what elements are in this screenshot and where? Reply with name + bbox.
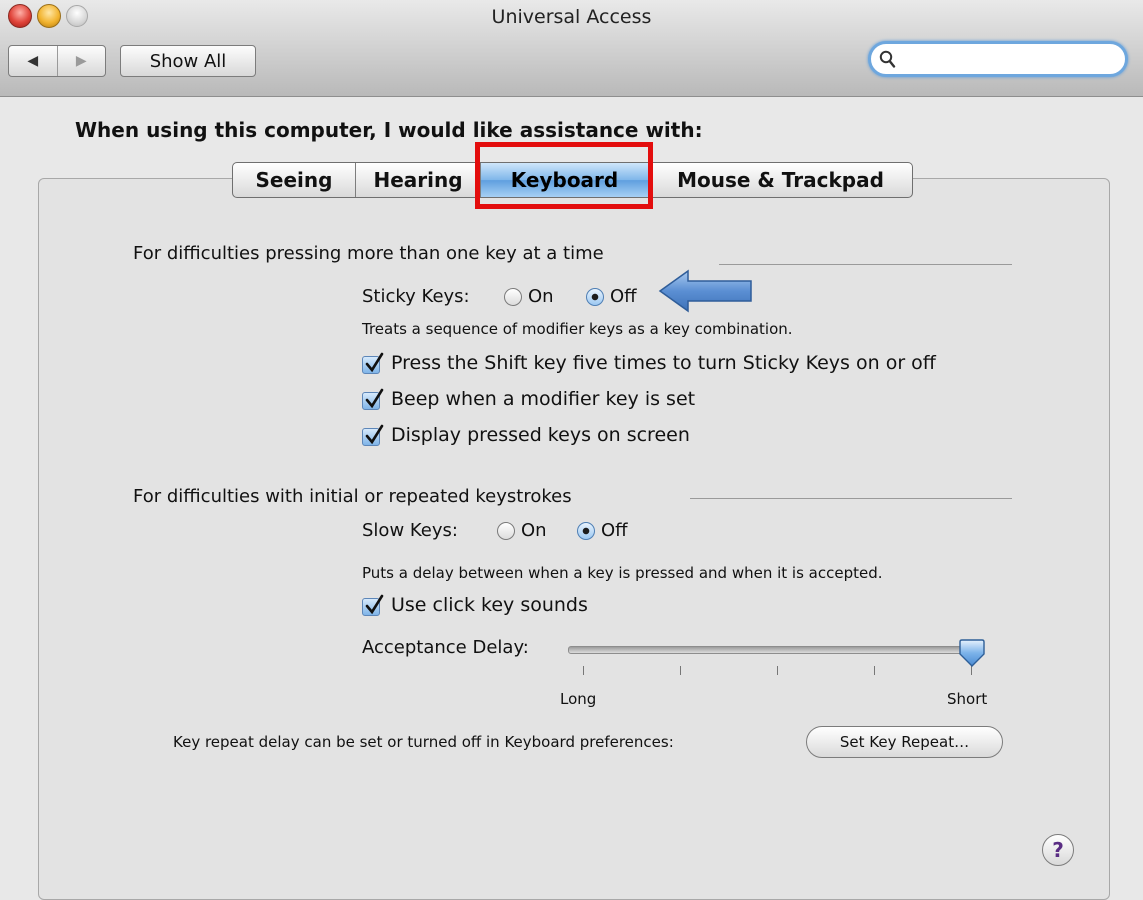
checkbox[interactable] — [362, 388, 384, 410]
section-divider — [690, 498, 1012, 499]
checkbox[interactable] — [362, 352, 384, 374]
back-arrow-icon[interactable]: ◀ — [9, 46, 57, 76]
acceptance-delay-slider-track[interactable] — [568, 646, 973, 654]
sticky-off-label[interactable]: Off — [610, 286, 637, 307]
sticky-on-radio[interactable] — [504, 288, 522, 306]
slow-section-title: For difficulties with initial or repeate… — [133, 486, 572, 507]
highlight-box — [475, 142, 653, 209]
slider-min-label: Long — [560, 690, 597, 708]
search-field[interactable] — [868, 41, 1128, 77]
sticky-on-label[interactable]: On — [528, 286, 554, 307]
tab-seeing[interactable]: Seeing — [233, 163, 355, 197]
checkmark-icon — [365, 424, 384, 445]
display-pressed-keys-label[interactable]: Display pressed keys on screen — [391, 424, 690, 446]
section-divider — [719, 264, 1012, 265]
back-forward-control[interactable]: ◀ ▶ — [8, 45, 106, 77]
checkmark-icon — [365, 352, 384, 373]
beep-modifier-label[interactable]: Beep when a modifier key is set — [391, 388, 695, 410]
tab-panel — [38, 178, 1110, 900]
click-key-sounds-label[interactable]: Use click key sounds — [391, 594, 588, 616]
checkmark-icon — [365, 594, 384, 615]
checkbox[interactable] — [362, 424, 384, 446]
magnifier-icon — [879, 50, 896, 68]
slider-tick — [680, 666, 681, 675]
slider-max-label: Short — [947, 690, 988, 708]
slider-tick — [777, 666, 778, 675]
slow-on-radio[interactable] — [497, 522, 515, 540]
key-repeat-text: Key repeat delay can be set or turned of… — [173, 733, 674, 751]
checkmark-icon — [365, 388, 384, 409]
shift-five-times-label[interactable]: Press the Shift key five times to turn S… — [391, 352, 936, 374]
slow-description: Puts a delay between when a key is press… — [362, 564, 883, 582]
forward-arrow-icon[interactable]: ▶ — [56, 46, 106, 76]
checkbox[interactable] — [362, 594, 384, 616]
acceptance-delay-label: Acceptance Delay: — [362, 637, 529, 658]
window-title: Universal Access — [491, 6, 652, 28]
tab-mouse-trackpad[interactable]: Mouse & Trackpad — [648, 163, 912, 197]
slow-off-label[interactable]: Off — [601, 520, 628, 541]
sticky-description: Treats a sequence of modifier keys as a … — [362, 320, 793, 338]
page-heading: When using this computer, I would like a… — [75, 118, 703, 142]
slider-tick — [874, 666, 875, 675]
search-input[interactable] — [903, 48, 1117, 72]
set-key-repeat-button[interactable]: Set Key Repeat… — [806, 726, 1003, 758]
sticky-section-title: For difficulties pressing more than one … — [133, 243, 604, 264]
sticky-keys-label: Sticky Keys: — [362, 286, 470, 307]
slider-knob-icon[interactable] — [957, 638, 987, 668]
sticky-off-radio[interactable] — [586, 288, 604, 306]
help-button[interactable]: ? — [1042, 834, 1074, 866]
show-all-button[interactable]: Show All — [120, 45, 256, 77]
slider-tick — [583, 666, 584, 675]
tab-hearing[interactable]: Hearing — [355, 163, 480, 197]
annotation-arrow-icon — [658, 269, 752, 313]
slow-off-radio[interactable] — [577, 522, 595, 540]
slow-on-label[interactable]: On — [521, 520, 547, 541]
slow-keys-label: Slow Keys: — [362, 520, 458, 541]
